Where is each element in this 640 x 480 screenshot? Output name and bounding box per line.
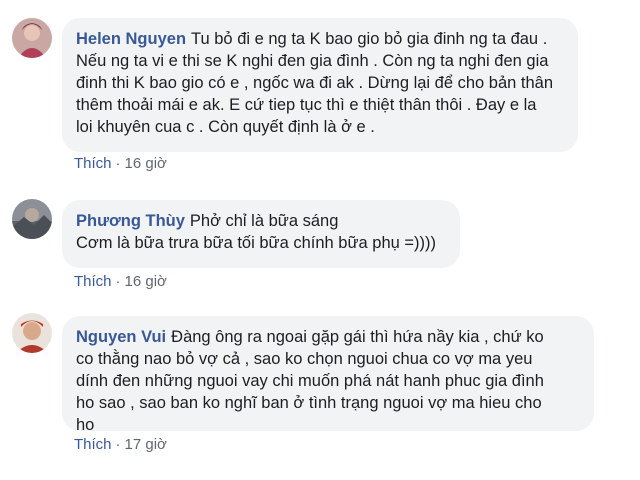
- avatar-photo-icon: [12, 199, 52, 239]
- avatar-photo-icon: [12, 18, 52, 58]
- comment-bubble: Helen Nguyen Tu bỏ đi e ng ta K bao gio b…: [62, 18, 578, 152]
- comment-text: loi khuyên cua c . Còn quyết định là ở e…: [76, 118, 375, 136]
- comment-line: Helen Nguyen Tu bỏ đi e ng ta K bao gio b…: [76, 28, 564, 50]
- comment-text: ho: [76, 416, 95, 434]
- comment-timestamp[interactable]: 16 giờ: [125, 273, 167, 290]
- comment-author-link[interactable]: Nguyen Vui: [76, 328, 166, 346]
- comment-text: Phở chỉ là bữa sáng: [189, 212, 339, 230]
- comment-meta: Thích · 16 giờ: [74, 155, 167, 172]
- avatar[interactable]: [12, 18, 52, 58]
- comment-text: co thằng nao bỏ vợ cả , sao ko chọn nguo…: [76, 350, 533, 368]
- comment-meta: Thích · 17 giờ: [74, 436, 167, 453]
- comment-text: đinh thi K bao gio có e , ngốc wa đi ak …: [76, 74, 554, 92]
- comment-text: Cơm là bữa trưa bữa tối bữa chính bữa ph…: [76, 234, 436, 252]
- comment-text: thêm thoải mái e ak. E cứ tiep tục thì e…: [76, 96, 537, 114]
- meta-separator: ·: [115, 155, 121, 172]
- comment-bubble: Nguyen Vui Đàng ông ra ngoai gặp gái thì …: [62, 316, 594, 434]
- comment-text: Đàng ông ra ngoai gặp gái thì hứa nầy ki…: [171, 328, 544, 346]
- avatar[interactable]: [12, 313, 52, 353]
- like-link[interactable]: Thích: [74, 155, 112, 172]
- avatar-photo-icon: [12, 313, 52, 353]
- comment-text: Nếu ng ta vi e thi se K nghi đen gia đìn…: [76, 52, 549, 70]
- comment-text: Tu bỏ đi e ng ta K bao gio bỏ gia đinh n…: [191, 30, 548, 48]
- avatar[interactable]: [12, 199, 52, 239]
- like-link[interactable]: Thích: [74, 436, 112, 453]
- comment-bubble: Phương Thùy Phở chỉ là bữa sáng Cơm là bữ…: [62, 200, 460, 268]
- comment-line: Nguyen Vui Đàng ông ra ngoai gặp gái thì …: [76, 326, 580, 348]
- comment-author-link[interactable]: Phương Thùy: [76, 212, 185, 230]
- comment-text: ho sao , sao ban ko nghĩ ban ở tình trạn…: [76, 394, 542, 412]
- like-link[interactable]: Thích: [74, 273, 112, 290]
- comment-timestamp[interactable]: 16 giờ: [125, 155, 167, 172]
- comment-line: Phương Thùy Phở chỉ là bữa sáng: [76, 210, 446, 232]
- meta-separator: ·: [115, 436, 121, 453]
- comment-text: dính đen những nguoi vay chi muốn phá ná…: [76, 372, 544, 390]
- meta-separator: ·: [115, 273, 121, 290]
- comment-meta: Thích · 16 giờ: [74, 273, 167, 290]
- comment-author-link[interactable]: Helen Nguyen: [76, 30, 186, 48]
- comment-timestamp[interactable]: 17 giờ: [125, 436, 167, 453]
